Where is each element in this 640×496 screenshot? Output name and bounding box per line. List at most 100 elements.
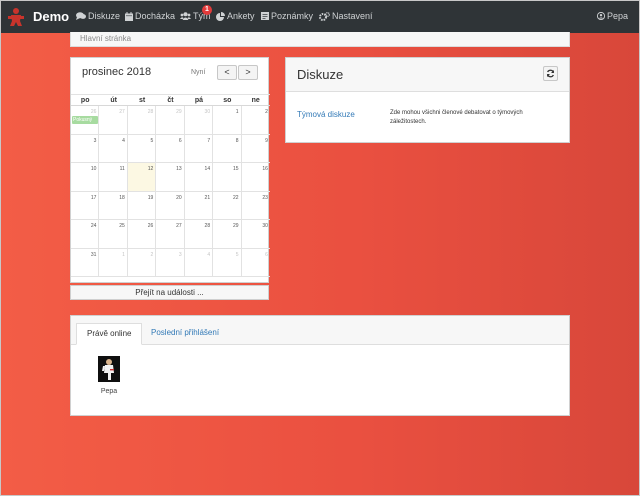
- calendar-grid: po út st čt pá so ne 26 Pokusný 27 28 29 30 1 2 3 4 5 6 7 8…: [71, 94, 270, 277]
- calendar-next-button[interactable]: >: [238, 65, 258, 80]
- calendar-day[interactable]: 5: [128, 134, 157, 162]
- discussion-title: Diskuze: [297, 67, 344, 82]
- day-number: 31: [90, 251, 97, 258]
- weekday-label: čt: [167, 97, 174, 104]
- day-number: 21: [204, 194, 211, 201]
- calendar-day[interactable]: 28: [185, 220, 214, 248]
- tab-online-now[interactable]: Právě online: [76, 323, 143, 345]
- day-number: 19: [147, 194, 154, 201]
- day-number: 26: [147, 223, 154, 229]
- refresh-button[interactable]: [543, 66, 558, 81]
- calendar-day[interactable]: 6: [156, 134, 185, 162]
- team-discussion-link[interactable]: Týmová diskuze: [297, 110, 355, 119]
- calendar-day[interactable]: 1: [213, 106, 242, 134]
- calendar-day[interactable]: 13: [156, 163, 185, 191]
- pie-chart-icon: [216, 11, 225, 21]
- day-number: 26: [90, 109, 97, 115]
- online-users-panel: Právě online Poslední přihlášení Pepa: [70, 315, 570, 416]
- calendar-day[interactable]: 26 Pokusný: [71, 106, 100, 134]
- nav-item-ankety[interactable]: Ankety: [216, 11, 255, 21]
- day-number: 20: [176, 194, 182, 201]
- calendar-day[interactable]: 25: [99, 220, 128, 248]
- day-number: 3: [178, 251, 182, 258]
- nav-item-dochazka[interactable]: Docházka: [125, 11, 175, 21]
- calendar-day[interactable]: 24: [71, 220, 100, 248]
- weekday-label: pá: [194, 97, 203, 104]
- calendar-day[interactable]: 9: [242, 135, 270, 163]
- day-number: 5: [150, 137, 154, 144]
- calendar-day[interactable]: 10: [71, 163, 100, 191]
- calendar-day[interactable]: 14: [185, 163, 214, 191]
- notification-badge: 1: [202, 5, 212, 15]
- online-user[interactable]: Pepa: [97, 356, 121, 395]
- brand-name[interactable]: Demo: [33, 9, 69, 24]
- calendar-day[interactable]: 16: [242, 163, 270, 191]
- tab-last-login[interactable]: Poslední přihlášení: [141, 323, 229, 345]
- weekday-label: ne: [251, 97, 260, 104]
- day-number: 10: [90, 166, 97, 172]
- calendar-day[interactable]: 5: [213, 248, 242, 276]
- online-user-name: Pepa: [100, 388, 118, 395]
- nav-label: Diskuze: [88, 11, 121, 21]
- calendar-day[interactable]: 20: [156, 191, 185, 219]
- calendar-day[interactable]: 29: [213, 220, 242, 248]
- calendar-day[interactable]: 21: [185, 191, 214, 219]
- calendar-day[interactable]: 3: [156, 248, 185, 276]
- calendar-day[interactable]: 27: [99, 106, 128, 134]
- calendar-event[interactable]: Pokusný: [72, 116, 98, 124]
- calendar-day[interactable]: 31: [71, 248, 100, 276]
- go-to-events-button[interactable]: Přejít na události ...: [70, 285, 269, 300]
- refresh-icon: [546, 69, 555, 78]
- avatar: [98, 356, 120, 382]
- calendar-day[interactable]: 30: [185, 106, 214, 134]
- day-number: 17: [90, 194, 97, 201]
- calendar-day[interactable]: 2: [242, 106, 270, 134]
- calendar-day[interactable]: 3: [71, 134, 100, 162]
- nav-item-nastaveni[interactable]: Nastavení: [319, 11, 373, 21]
- calendar-day[interactable]: 4: [99, 134, 128, 162]
- calendar-day[interactable]: 1: [99, 248, 128, 276]
- calendar-day[interactable]: 8: [213, 134, 242, 162]
- weekday-label: st: [138, 97, 146, 104]
- day-number: 25: [119, 223, 125, 229]
- nav-user-label: Pepa: [607, 11, 629, 21]
- nav-label: Poznámky: [271, 11, 314, 21]
- day-number: 1: [122, 251, 125, 258]
- calendar-day[interactable]: 23: [242, 192, 270, 220]
- calendar-day[interactable]: 27: [156, 220, 185, 248]
- day-number: 4: [122, 137, 125, 144]
- weekday-header: po út st čt pá so ne: [71, 94, 270, 106]
- day-number: 27: [119, 109, 125, 115]
- comments-icon: [76, 12, 86, 20]
- calendar-day[interactable]: 7: [185, 134, 214, 162]
- day-number: 28: [204, 223, 211, 229]
- calendar-prev-button[interactable]: <: [217, 65, 237, 80]
- nav-item-diskuze[interactable]: Diskuze: [76, 11, 120, 21]
- online-tabs: Právě online Poslední přihlášení: [71, 316, 569, 345]
- calendar-day[interactable]: 29: [156, 106, 185, 134]
- nav-item-poznamky[interactable]: Poznámky: [261, 11, 313, 21]
- calendar-day[interactable]: 30: [242, 220, 270, 248]
- calendar-day[interactable]: 6: [242, 249, 270, 277]
- calendar-day[interactable]: 17: [71, 191, 100, 219]
- day-number: 15: [232, 166, 239, 172]
- calendar-day[interactable]: 2: [128, 248, 157, 276]
- calendar-icon: [125, 11, 133, 21]
- notes-icon: [261, 12, 269, 20]
- nav-user-menu[interactable]: Pepa: [597, 11, 628, 21]
- chevron-left-icon: <: [224, 67, 230, 77]
- day-number: 29: [176, 109, 182, 115]
- calendar-day[interactable]: 22: [213, 191, 242, 219]
- day-number: 4: [207, 251, 211, 258]
- calendar-day[interactable]: 4: [185, 248, 214, 276]
- logo-icon[interactable]: [8, 7, 24, 27]
- calendar-day-today[interactable]: 12: [127, 163, 157, 191]
- calendar-now-button[interactable]: Nyní: [191, 69, 205, 76]
- calendar-day[interactable]: 18: [99, 191, 128, 219]
- calendar-day[interactable]: 19: [128, 191, 157, 219]
- calendar-day[interactable]: 15: [213, 163, 242, 191]
- calendar-day[interactable]: 11: [99, 163, 128, 191]
- calendar-day[interactable]: 28: [128, 106, 157, 134]
- calendar-day[interactable]: 26: [128, 220, 157, 248]
- day-number: 30: [204, 109, 211, 115]
